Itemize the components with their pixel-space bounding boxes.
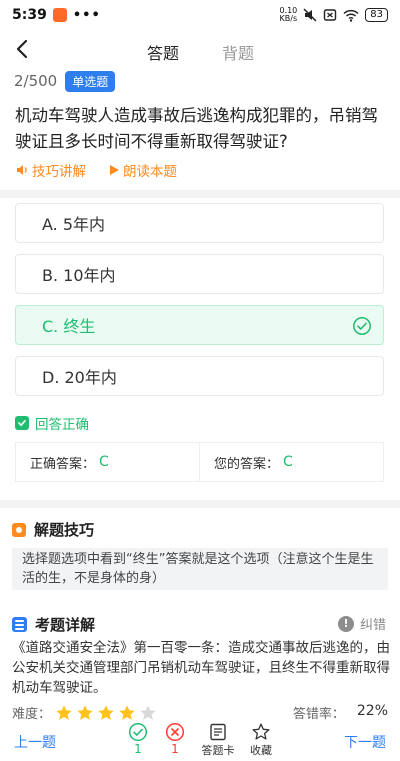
star-filled-icon xyxy=(98,704,114,720)
option-d-label: D. 20年内 xyxy=(42,368,117,387)
answer-compare-box: 正确答案： C 您的答案： C xyxy=(15,442,384,482)
battery-icon: 83 xyxy=(365,8,388,22)
star-empty-icon xyxy=(140,704,156,720)
error-rate-value: 22% xyxy=(356,703,388,719)
wrong-count-button[interactable]: 1 xyxy=(153,722,197,756)
divider xyxy=(0,190,400,198)
question-header: 2/500 单选题 xyxy=(14,70,116,92)
error-rate-label: 答错率： xyxy=(292,707,345,722)
mute-icon xyxy=(303,8,317,22)
option-b-label: B. 10年内 xyxy=(42,266,116,285)
option-d[interactable]: D. 20年内 xyxy=(15,356,384,396)
status-bar: 5:39 ••• 0.10 KB/s 83 xyxy=(0,0,400,30)
wifi-icon xyxy=(343,9,359,22)
tips-content: 选择题选项中看到“终生”答案就是这个选项（注意这个生是生活的生，不是身体的身） xyxy=(12,548,388,590)
detail-list-icon xyxy=(12,617,27,632)
exclamation-icon: ! xyxy=(337,615,354,632)
x-circle-icon xyxy=(165,722,185,742)
nav-bar: 答题 背题 xyxy=(0,30,400,70)
detail-title: 考题详解 xyxy=(35,616,96,634)
wrong-count: 1 xyxy=(171,742,179,756)
answer-card-icon xyxy=(210,723,226,741)
answer-card-button[interactable]: 答题卡 xyxy=(196,722,240,758)
option-c[interactable]: C. 终生 xyxy=(15,305,384,345)
report-error-button[interactable]: ! 纠错 xyxy=(337,614,386,633)
answer-card-label: 答题卡 xyxy=(201,744,235,757)
tips-header: 解题技巧 xyxy=(12,519,94,540)
checkbox-checked-icon xyxy=(15,416,29,430)
status-time: 5:39 xyxy=(12,7,47,23)
question-type-badge: 单选题 xyxy=(65,70,116,92)
read-question-link[interactable]: 朗读本题 xyxy=(108,160,177,180)
prev-question-button[interactable]: 上一题 xyxy=(14,732,56,752)
more-notifications-icon: ••• xyxy=(72,7,101,23)
divider xyxy=(0,500,400,508)
your-answer-value: C xyxy=(283,454,293,470)
correct-count: 1 xyxy=(134,742,142,756)
question-progress: 2/500 xyxy=(14,72,58,90)
correct-answer-label: 正确答案： xyxy=(30,456,96,472)
option-a[interactable]: A. 5年内 xyxy=(15,203,384,243)
difficulty-label: 难度： xyxy=(12,707,52,722)
network-speed: 0.10 KB/s xyxy=(279,6,298,23)
answer-result: 回答正确 xyxy=(15,413,89,433)
favorite-button[interactable]: 收藏 xyxy=(239,722,283,758)
tips-icon xyxy=(12,522,26,537)
check-circle-icon xyxy=(353,317,371,335)
tips-title: 解题技巧 xyxy=(34,521,95,539)
star-filled-icon xyxy=(56,704,72,720)
answer-result-text: 回答正确 xyxy=(35,417,89,433)
star-rating xyxy=(55,704,157,722)
option-b[interactable]: B. 10年内 xyxy=(15,254,384,294)
option-c-label: C. 终生 xyxy=(42,317,96,336)
question-text: 机动车驾驶人造成事故后逃逸构成犯罪的，吊销驾驶证且多长时间不得重新取得驾驶证? xyxy=(15,106,378,151)
your-answer: 您的答案： C xyxy=(199,443,383,481)
report-error-label: 纠错 xyxy=(359,618,386,633)
favorite-label: 收藏 xyxy=(250,744,272,757)
star-outline-icon xyxy=(252,723,270,740)
error-rate: 答错率： 22% xyxy=(293,703,388,722)
status-icons: 0.10 KB/s 83 xyxy=(279,7,388,23)
app-notification-icon xyxy=(52,8,67,22)
back-arrow-icon[interactable] xyxy=(12,38,34,60)
detail-header: 考题详解 xyxy=(12,614,95,635)
difficulty-rating: 难度： xyxy=(12,703,157,722)
star-filled-icon xyxy=(77,704,93,720)
skill-explain-label: 技巧讲解 xyxy=(32,164,86,180)
next-question-button[interactable]: 下一题 xyxy=(344,732,386,752)
detail-text: 《道路交通安全法》第一百零一条：造成交通事故后逃逸的，由公安机关交通管理部门吊销… xyxy=(12,640,390,696)
play-icon xyxy=(110,165,119,175)
skill-explain-link[interactable]: 技巧讲解 xyxy=(15,160,86,180)
option-a-label: A. 5年内 xyxy=(42,215,106,234)
tab-memorize[interactable]: 背题 xyxy=(222,40,254,64)
star-filled-icon xyxy=(119,704,135,720)
sim-x-icon xyxy=(324,9,337,21)
your-answer-label: 您的答案： xyxy=(214,456,280,472)
read-question-label: 朗读本题 xyxy=(123,164,177,180)
speaker-icon xyxy=(17,165,27,175)
bottom-bar: 上一题 1 1 答题卡 收藏 下一题 xyxy=(0,722,400,761)
correct-answer: 正确答案： C xyxy=(16,443,199,481)
check-circle-icon xyxy=(128,722,148,742)
question-aux-links: 技巧讲解 朗读本题 xyxy=(15,160,177,180)
tab-answer[interactable]: 答题 xyxy=(147,40,179,64)
correct-answer-value: C xyxy=(99,454,109,470)
